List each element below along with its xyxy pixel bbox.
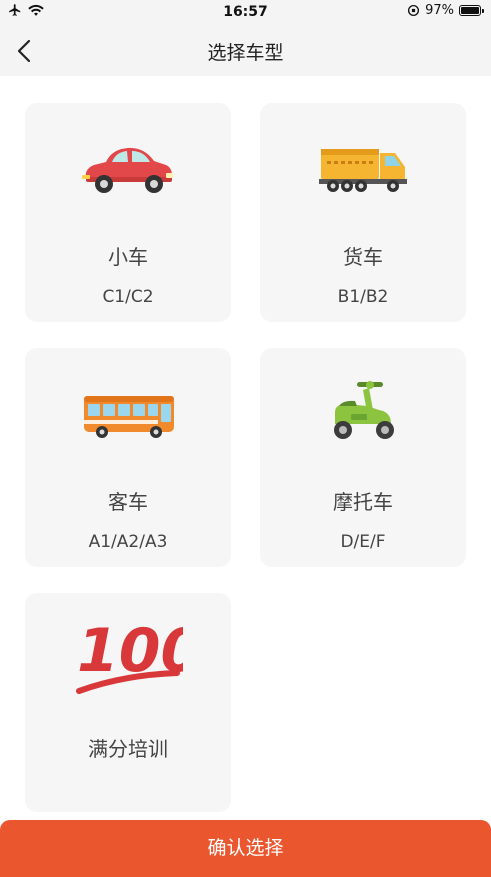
vehicle-card-car[interactable]: 小车 C1/C2	[25, 103, 231, 322]
orientation-lock-icon	[408, 4, 420, 17]
scooter-icon	[334, 381, 394, 439]
nav-bar: 选择车型	[0, 26, 491, 76]
vehicle-name: 货车	[343, 245, 383, 269]
battery-percent: 97%	[425, 3, 454, 18]
license-code: D/E/F	[340, 532, 386, 552]
training-card-full-score[interactable]: 100 满分培训	[25, 593, 231, 812]
vehicle-card-truck[interactable]: 货车 B1/B2	[260, 103, 466, 322]
vehicle-name: 摩托车	[333, 490, 393, 514]
hundred-points-icon: 100	[76, 616, 183, 694]
training-name: 满分培训	[88, 737, 168, 761]
vehicle-card-bus[interactable]: 客车 A1/A2/A3	[25, 348, 231, 567]
battery-icon	[459, 5, 484, 16]
car-icon	[82, 147, 173, 193]
vehicle-name: 小车	[108, 245, 148, 269]
license-code: B1/B2	[337, 287, 389, 307]
truck-icon	[319, 149, 407, 192]
bus-icon	[84, 396, 174, 438]
license-code: A1/A2/A3	[88, 532, 168, 552]
status-bar: 16:57 97%	[0, 0, 491, 26]
confirm-button[interactable]: 确认选择	[0, 820, 491, 877]
page-title: 选择车型	[207, 42, 284, 64]
vehicle-name: 客车	[108, 490, 148, 514]
battery-fill	[461, 7, 479, 14]
vehicle-card-motorcycle[interactable]: 摩托车 D/E/F	[260, 348, 466, 567]
status-right: 97%	[407, 3, 484, 18]
license-code: C1/C2	[102, 287, 154, 307]
